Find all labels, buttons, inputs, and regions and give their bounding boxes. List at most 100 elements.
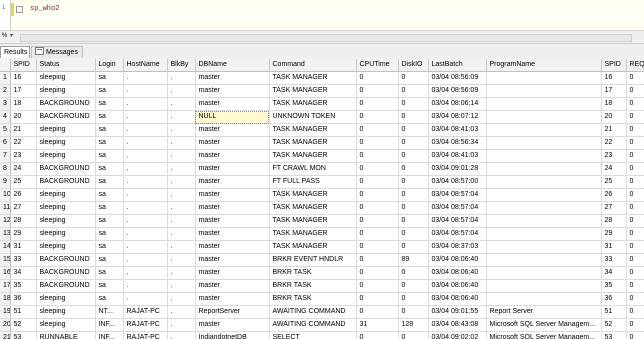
table-cell[interactable]: 0 bbox=[626, 266, 644, 280]
table-cell[interactable]: 03/04 08:06:40 bbox=[428, 279, 487, 293]
table-row[interactable]: 1735BACKGROUNDsa..masterBRKR TASK0003/04… bbox=[0, 279, 644, 293]
table-row[interactable]: 5 21 sleeping sa.. master TASK MANAGER 0 0 03/04… bbox=[0, 123, 644, 137]
table-cell[interactable]: NULL bbox=[195, 110, 270, 124]
table-cell[interactable]: FT CRAWL MON bbox=[269, 162, 357, 176]
table-cell[interactable]: . bbox=[167, 188, 196, 202]
table-cell[interactable]: master bbox=[195, 227, 270, 241]
table-cell[interactable] bbox=[486, 71, 602, 85]
results-grid[interactable]: SPID Status Login HostName BlkBy DBName Comman… bbox=[0, 59, 644, 339]
table-cell[interactable]: 0 bbox=[626, 305, 644, 319]
row-number[interactable]: 14 bbox=[0, 240, 11, 254]
table-cell[interactable]: TASK MANAGER bbox=[269, 123, 357, 137]
table-cell[interactable]: 0 bbox=[398, 292, 429, 306]
row-number[interactable]: 20 bbox=[0, 318, 11, 332]
table-cell[interactable] bbox=[486, 253, 602, 267]
table-row[interactable]: 11 27 sleeping sa.. master TASK MANAGER 0 0 03/0… bbox=[0, 201, 644, 215]
table-cell[interactable]: 0 bbox=[398, 162, 429, 176]
table-cell[interactable]: 52 bbox=[601, 318, 627, 332]
table-cell[interactable]: 0 bbox=[356, 253, 399, 267]
table-cell[interactable]: 03/04 08:43:08 bbox=[428, 318, 487, 332]
table-cell[interactable]: . bbox=[123, 292, 168, 306]
row-number[interactable]: 16 bbox=[0, 266, 11, 280]
table-cell[interactable]: 27 bbox=[601, 201, 627, 215]
row-number[interactable]: 6 bbox=[0, 136, 11, 150]
editor-horizontal-scrollbar[interactable] bbox=[20, 34, 632, 42]
column-header[interactable]: BlkBy bbox=[167, 59, 196, 72]
table-cell[interactable]: . bbox=[123, 279, 168, 293]
table-cell[interactable]: 0 bbox=[398, 240, 429, 254]
table-cell[interactable] bbox=[486, 279, 602, 293]
table-cell[interactable]: BACKGROUND bbox=[36, 110, 96, 124]
table-cell[interactable]: 03/04 09:01:55 bbox=[428, 305, 487, 319]
table-cell[interactable]: 29 bbox=[601, 227, 627, 241]
table-cell[interactable]: sa bbox=[95, 240, 124, 254]
table-cell[interactable]: 51 bbox=[601, 305, 627, 319]
table-cell[interactable]: . bbox=[123, 214, 168, 228]
table-cell[interactable]: sleeping bbox=[36, 227, 96, 241]
table-cell[interactable]: 0 bbox=[398, 305, 429, 319]
table-cell[interactable]: . bbox=[167, 227, 196, 241]
row-number[interactable]: 17 bbox=[0, 279, 11, 293]
table-cell[interactable]: . bbox=[123, 175, 168, 189]
table-cell[interactable]: 24 bbox=[601, 162, 627, 176]
table-cell[interactable]: . bbox=[123, 162, 168, 176]
table-row[interactable]: 2153RUNNABLEINF...RAJAT-PC.IndiandotnetD… bbox=[0, 331, 644, 339]
table-cell[interactable]: sleeping bbox=[36, 84, 96, 98]
table-cell[interactable]: RAJAT-PC bbox=[123, 305, 168, 319]
table-cell[interactable]: . bbox=[167, 71, 196, 85]
table-cell[interactable]: BACKGROUND bbox=[36, 279, 96, 293]
table-cell[interactable]: sa bbox=[95, 175, 124, 189]
table-cell[interactable]: . bbox=[123, 110, 168, 124]
table-cell[interactable]: 0 bbox=[356, 201, 399, 215]
table-cell[interactable]: sa bbox=[95, 188, 124, 202]
table-cell[interactable]: sa bbox=[95, 136, 124, 150]
table-cell[interactable]: 0 bbox=[356, 175, 399, 189]
table-row[interactable]: 9 25 BACKGROUND sa.. master FT FULL PASS 0 0 03/… bbox=[0, 175, 644, 189]
table-cell[interactable]: TASK MANAGER bbox=[269, 136, 357, 150]
table-row[interactable]: 1026sleepingsa..masterTASK MANAGER0003/0… bbox=[0, 188, 644, 202]
table-cell[interactable] bbox=[486, 97, 602, 111]
table-cell[interactable]: 03/04 08:06:40 bbox=[428, 253, 487, 267]
table-cell[interactable]: 52 bbox=[10, 318, 37, 332]
table-cell[interactable]: master bbox=[195, 279, 270, 293]
table-row[interactable]: 1634BACKGROUNDsa..masterBRKR TASK0003/04… bbox=[0, 266, 644, 280]
table-cell[interactable]: . bbox=[123, 136, 168, 150]
table-cell[interactable]: 24 bbox=[10, 162, 37, 176]
column-header[interactable]: SPID bbox=[10, 59, 37, 72]
table-cell[interactable]: 03/04 08:56:09 bbox=[428, 71, 487, 85]
table-cell[interactable]: BRKR TASK bbox=[269, 266, 357, 280]
table-cell[interactable]: . bbox=[167, 292, 196, 306]
table-cell[interactable]: 27 bbox=[10, 201, 37, 215]
table-cell[interactable]: . bbox=[123, 201, 168, 215]
column-header[interactable]: SPID bbox=[601, 59, 627, 72]
table-cell[interactable] bbox=[486, 214, 602, 228]
table-cell[interactable]: 0 bbox=[626, 97, 644, 111]
row-number[interactable]: 5 bbox=[0, 123, 11, 137]
table-cell[interactable]: sa bbox=[95, 162, 124, 176]
row-number[interactable]: 7 bbox=[0, 149, 11, 163]
table-cell[interactable] bbox=[486, 292, 602, 306]
table-cell[interactable]: master bbox=[195, 84, 270, 98]
table-cell[interactable]: 18 bbox=[10, 97, 37, 111]
table-cell[interactable]: 0 bbox=[626, 331, 644, 339]
table-cell[interactable]: 31 bbox=[10, 240, 37, 254]
row-number[interactable]: 8 bbox=[0, 162, 11, 176]
table-cell[interactable]: master bbox=[195, 175, 270, 189]
table-cell[interactable]: TASK MANAGER bbox=[269, 188, 357, 202]
table-cell[interactable]: 0 bbox=[626, 240, 644, 254]
table-cell[interactable]: . bbox=[123, 227, 168, 241]
column-header[interactable]: ProgramName bbox=[486, 59, 602, 72]
table-cell[interactable]: 03/04 08:06:14 bbox=[428, 97, 487, 111]
table-row[interactable]: 1951sleepingNT...RAJAT-PC.ReportServerAW… bbox=[0, 305, 644, 319]
table-cell[interactable]: 53 bbox=[601, 331, 627, 339]
table-cell[interactable]: sa bbox=[95, 227, 124, 241]
table-cell[interactable]: 25 bbox=[601, 175, 627, 189]
table-cell[interactable]: 03/04 09:02:02 bbox=[428, 331, 487, 339]
table-cell[interactable]: sleeping bbox=[36, 214, 96, 228]
table-cell[interactable]: sa bbox=[95, 97, 124, 111]
table-cell[interactable]: 03/04 08:37:03 bbox=[428, 240, 487, 254]
table-cell[interactable]: BACKGROUND bbox=[36, 97, 96, 111]
row-number[interactable]: 2 bbox=[0, 84, 11, 98]
table-cell[interactable]: AWAITING COMMAND bbox=[269, 318, 357, 332]
table-cell[interactable] bbox=[486, 201, 602, 215]
